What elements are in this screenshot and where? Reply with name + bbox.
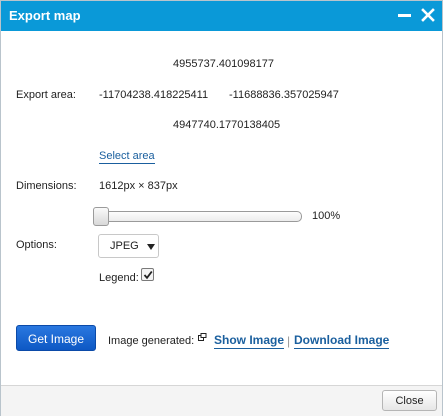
checkmark-icon [143, 270, 153, 280]
format-select-value: JPEG [110, 240, 139, 252]
external-link-icon [198, 333, 207, 341]
options-label: Options: [16, 239, 57, 251]
scale-percent: 100% [312, 210, 341, 222]
export-area-bottom: 4947740.1770138405 [173, 119, 281, 131]
export-area-left: -11704238.418225411 [99, 89, 209, 101]
dialog-titlebar: Export map [1, 1, 442, 31]
export-area-top: 4955737.401098177 [173, 58, 274, 70]
download-image-link[interactable]: Download Image [294, 333, 390, 349]
dialog-footer [1, 385, 442, 416]
dimensions-value: 1612px × 837px [99, 180, 178, 192]
minimize-button[interactable] [395, 4, 415, 26]
scale-slider-track[interactable] [93, 211, 302, 222]
export-area-right: -11688836.357025947 [229, 89, 339, 101]
get-image-button[interactable]: Get Image [16, 325, 96, 351]
select-area-link[interactable]: Select area [99, 150, 155, 164]
legend-checkbox[interactable] [141, 268, 154, 281]
close-dialog-button[interactable] [419, 4, 439, 26]
format-select[interactable]: JPEG [98, 234, 159, 258]
show-image-link[interactable]: Show Image [214, 333, 285, 349]
close-button[interactable]: Close [382, 390, 437, 411]
image-generated-label: Image generated: [108, 335, 195, 347]
chevron-down-icon [147, 244, 155, 250]
export-map-dialog: Export map 4955737.401098177 Export area… [0, 0, 443, 416]
dimensions-label: Dimensions: [16, 180, 77, 192]
legend-label: Legend: [99, 272, 139, 284]
export-area-label: Export area: [16, 89, 76, 101]
close-icon [421, 8, 435, 22]
dialog-title: Export map [9, 8, 81, 23]
minimize-icon [398, 14, 411, 17]
scale-slider-thumb[interactable] [93, 207, 109, 226]
link-separator: | [287, 334, 291, 348]
